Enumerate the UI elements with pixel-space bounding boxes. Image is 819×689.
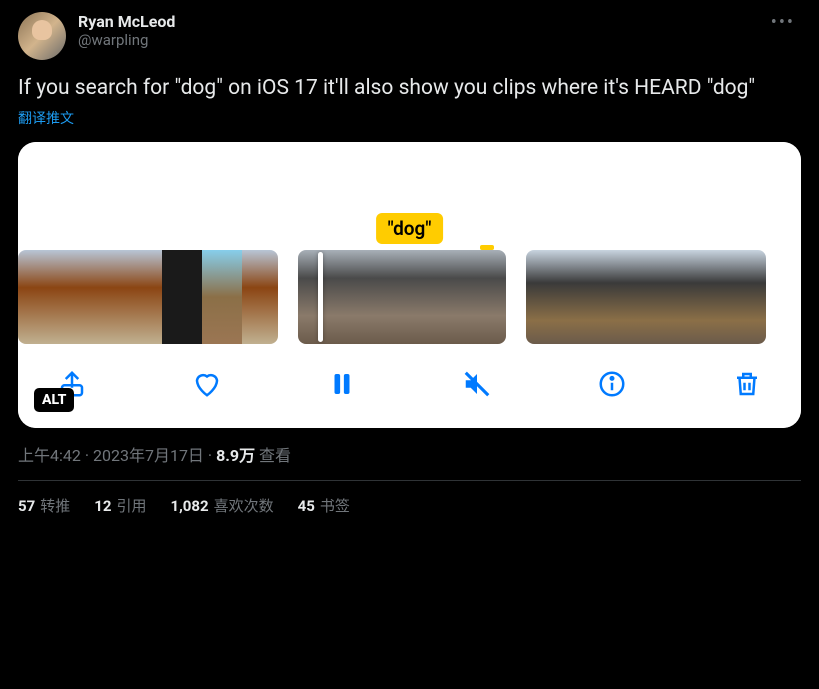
quotes-stat[interactable]: 12引用 xyxy=(94,495,146,516)
author-names[interactable]: Ryan McLeod @warpling xyxy=(78,12,753,49)
thumbnail xyxy=(54,250,90,344)
thumbnail xyxy=(242,250,278,344)
avatar[interactable] xyxy=(18,12,66,60)
scrubber-handle[interactable] xyxy=(318,252,323,342)
clip-group-2[interactable] xyxy=(298,250,506,344)
thumbnail xyxy=(298,250,350,344)
mute-icon[interactable] xyxy=(459,366,495,402)
tweet-date[interactable]: 2023年7月17日 xyxy=(93,446,204,465)
thumbnail xyxy=(18,250,54,344)
media-toolbar xyxy=(18,344,801,428)
thumbnail xyxy=(126,250,162,344)
views-count: 8.9万 xyxy=(216,446,255,465)
translate-link[interactable]: 翻译推文 xyxy=(18,108,74,128)
views-label: 查看 xyxy=(255,446,291,465)
clip-group-1[interactable] xyxy=(18,250,278,344)
bookmarks-stat[interactable]: 45书签 xyxy=(298,495,350,516)
divider xyxy=(18,480,801,481)
handle: @warpling xyxy=(78,31,753,49)
thumbnail xyxy=(606,250,646,344)
heart-icon[interactable] xyxy=(189,366,225,402)
media-card: "dog" xyxy=(18,142,801,428)
clip-group-3[interactable] xyxy=(526,250,766,344)
thumbnail xyxy=(686,250,726,344)
thumbnail xyxy=(162,250,202,344)
tweet-meta: 上午4:42 · 2023年7月17日 · 8.9万 查看 xyxy=(18,442,801,466)
tweet-stats: 57转推 12引用 1,082喜欢次数 45书签 xyxy=(18,495,801,516)
display-name: Ryan McLeod xyxy=(78,12,753,31)
thumbnail xyxy=(202,250,242,344)
thumbnail xyxy=(646,250,686,344)
thumbnail xyxy=(726,250,766,344)
thumbnail xyxy=(566,250,606,344)
likes-stat[interactable]: 1,082喜欢次数 xyxy=(170,495,273,516)
alt-badge[interactable]: ALT xyxy=(34,388,74,412)
pause-icon[interactable] xyxy=(324,366,360,402)
more-icon[interactable]: ••• xyxy=(765,12,801,33)
tweet-header: Ryan McLeod @warpling ••• xyxy=(18,12,801,60)
media-top-area: "dog" xyxy=(18,142,801,250)
tweet-time[interactable]: 上午4:42 xyxy=(18,446,81,465)
thumbnail xyxy=(454,250,506,344)
retweets-stat[interactable]: 57转推 xyxy=(18,495,70,516)
filmstrip[interactable] xyxy=(18,250,801,344)
thumbnail xyxy=(90,250,126,344)
thumbnail xyxy=(402,250,454,344)
info-icon[interactable] xyxy=(594,366,630,402)
keyword-badge: "dog" xyxy=(376,213,444,244)
tweet-text: If you search for "dog" on iOS 17 it'll … xyxy=(18,74,801,102)
trash-icon[interactable] xyxy=(729,366,765,402)
thumbnail xyxy=(526,250,566,344)
tweet-container: Ryan McLeod @warpling ••• If you search … xyxy=(0,0,819,528)
thumbnail xyxy=(350,250,402,344)
